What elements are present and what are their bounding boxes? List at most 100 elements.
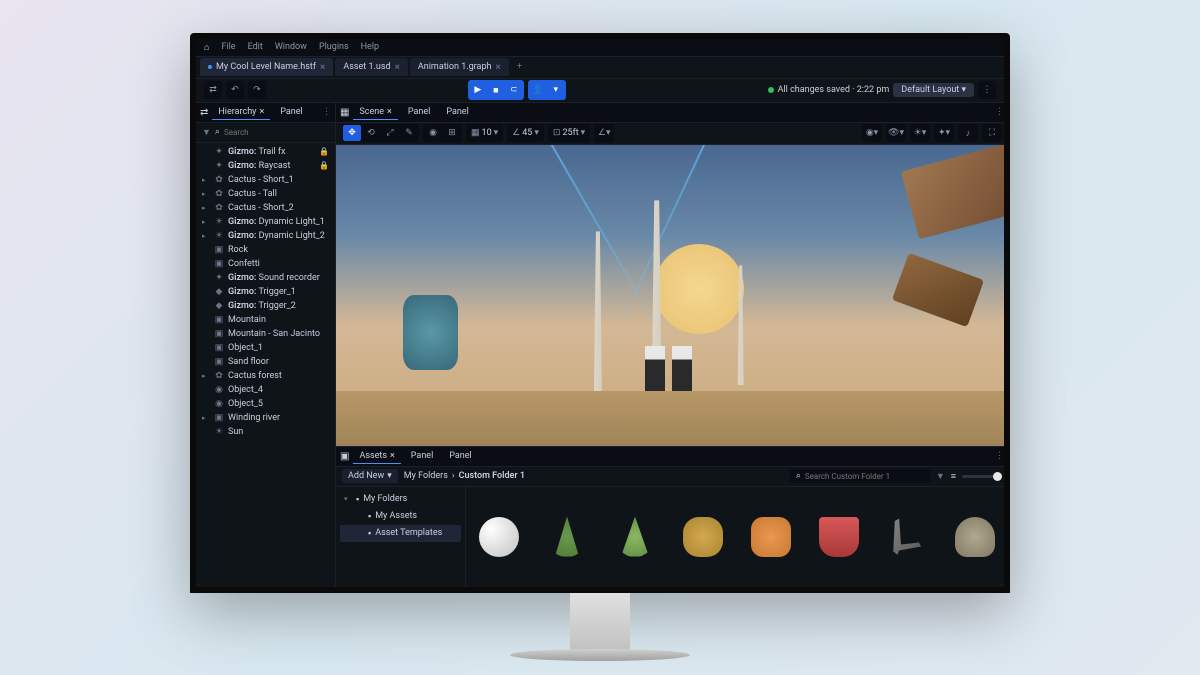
tree-item[interactable]: ▪Asset Templates: [340, 525, 461, 542]
breadcrumb-item[interactable]: Custom Folder 1: [459, 471, 525, 481]
hierarchy-item[interactable]: ◆Gizmo: Trigger_2: [196, 299, 335, 313]
asset-pumpkin[interactable]: [746, 507, 796, 567]
hierarchy-item[interactable]: ▸✿Cactus - Tall: [196, 187, 335, 201]
tab-hierarchy[interactable]: Hierarchy×: [212, 105, 270, 120]
size-snap[interactable]: ⊡ 25ft ▾: [549, 125, 589, 141]
tree-item[interactable]: ▾▪My Folders: [340, 491, 461, 508]
undo-button[interactable]: ↶: [226, 81, 244, 99]
more-icon[interactable]: ⋮: [995, 451, 1004, 461]
hierarchy-item[interactable]: ▸☀Gizmo: Dynamic Light_2: [196, 229, 335, 243]
scene-viewport[interactable]: [336, 145, 1004, 446]
asset-cup[interactable]: [814, 507, 864, 567]
tab-scene[interactable]: Scene×: [353, 105, 397, 120]
hierarchy-item[interactable]: ▸✿Cactus forest: [196, 369, 335, 383]
grid-snap[interactable]: ▦ 10 ▾: [467, 125, 502, 141]
close-icon[interactable]: ×: [259, 107, 264, 117]
asset-scythe[interactable]: [882, 507, 932, 567]
hierarchy-item[interactable]: ✦Gizmo: Trail fx🔒: [196, 145, 335, 159]
hierarchy-icon[interactable]: ⇄: [204, 81, 222, 99]
expand-button[interactable]: ⛶: [983, 125, 1001, 141]
hierarchy-item[interactable]: ☀Sun: [196, 425, 335, 439]
thumbnail-size-slider[interactable]: [962, 475, 1002, 478]
hierarchy-item[interactable]: ▣Object_1: [196, 341, 335, 355]
menu-help[interactable]: Help: [361, 42, 379, 52]
brush-tool[interactable]: ∠▾: [595, 125, 613, 141]
menu-plugins[interactable]: Plugins: [319, 42, 349, 52]
asset-tree[interactable]: [542, 507, 592, 567]
tab-panel[interactable]: Panel: [402, 105, 436, 119]
asset-bush[interactable]: [678, 507, 728, 567]
pause-button[interactable]: ■: [488, 82, 504, 98]
close-icon[interactable]: ×: [390, 451, 395, 461]
rect-tool[interactable]: ✎: [400, 125, 418, 141]
angle-snap[interactable]: ∠ 45 ▾: [508, 125, 543, 141]
add-new-button[interactable]: Add New ▾: [342, 469, 398, 483]
hierarchy-item[interactable]: ◆Gizmo: Trigger_1: [196, 285, 335, 299]
add-tab-button[interactable]: +: [511, 62, 528, 72]
audio-button[interactable]: ♪: [959, 125, 977, 141]
hierarchy-item[interactable]: ▣Confetti: [196, 257, 335, 271]
gizmo-button[interactable]: ✦▾: [935, 125, 953, 141]
hierarchy-item[interactable]: ▸☀Gizmo: Dynamic Light_1: [196, 215, 335, 229]
hierarchy-item[interactable]: ▸▣Winding river: [196, 411, 335, 425]
layout-selector[interactable]: Default Layout ▾: [893, 83, 974, 97]
rotate-tool[interactable]: ⟲: [362, 125, 380, 141]
more-icon[interactable]: ⋮: [995, 107, 1004, 117]
light-button[interactable]: ☀▾: [911, 125, 929, 141]
stop-button[interactable]: ⊂: [506, 82, 522, 98]
hierarchy-item[interactable]: ◉Object_5: [196, 397, 335, 411]
breadcrumb-item[interactable]: My Folders: [404, 471, 448, 481]
hierarchy-item[interactable]: ▸✿Cactus - Short_2: [196, 201, 335, 215]
home-icon[interactable]: ⌂: [204, 42, 209, 53]
hierarchy-item[interactable]: ✦Gizmo: Sound recorder: [196, 271, 335, 285]
chevron-down-icon[interactable]: ▾: [548, 82, 564, 98]
filter-icon[interactable]: ▼: [202, 127, 211, 138]
assets-search-input[interactable]: [805, 472, 924, 481]
asset-sphere[interactable]: [474, 507, 524, 567]
tab-dot-icon: [208, 65, 212, 69]
tab-panel[interactable]: Panel: [443, 449, 477, 463]
hierarchy-item[interactable]: ▣Mountain: [196, 313, 335, 327]
viewport-sun: [654, 244, 744, 334]
more-icon[interactable]: ⋮: [978, 81, 996, 99]
camera-button[interactable]: ◉▾: [863, 125, 881, 141]
vr-button[interactable]: 👤: [530, 82, 546, 98]
tab-panel[interactable]: Panel: [440, 105, 474, 119]
redo-button[interactable]: ↷: [248, 81, 266, 99]
menu-file[interactable]: File: [221, 42, 235, 52]
tab-asset[interactable]: Asset 1.usd ×: [335, 58, 408, 76]
play-button[interactable]: ▶: [470, 82, 486, 98]
view-button[interactable]: 👁▾: [887, 125, 905, 141]
tab-panel[interactable]: Panel: [405, 449, 439, 463]
hierarchy-item[interactable]: ◉Object_4: [196, 383, 335, 397]
close-icon[interactable]: ×: [320, 62, 325, 73]
move-tool[interactable]: ✥: [343, 125, 361, 141]
close-icon[interactable]: ×: [387, 107, 392, 117]
asset-helmet[interactable]: [950, 507, 1000, 567]
search-icon: ⌕: [215, 127, 220, 137]
hierarchy-item[interactable]: ✦Gizmo: Raycast🔒: [196, 159, 335, 173]
asset-tree[interactable]: [610, 507, 660, 567]
local-tool[interactable]: ⊞: [443, 125, 461, 141]
tab-animation[interactable]: Animation 1.graph ×: [410, 58, 509, 76]
tab-panel[interactable]: Panel: [274, 105, 308, 119]
close-icon[interactable]: ×: [495, 62, 500, 73]
list-view-icon[interactable]: ≡: [951, 471, 956, 482]
menu-window[interactable]: Window: [275, 42, 307, 52]
scale-tool[interactable]: ⤢: [381, 125, 399, 141]
menu-edit[interactable]: Edit: [248, 42, 263, 52]
filter-icon[interactable]: ▼: [936, 471, 945, 482]
pivot-tool[interactable]: ◉: [424, 125, 442, 141]
lock-icon[interactable]: 🔒: [319, 161, 329, 170]
hierarchy-item[interactable]: ▣Rock: [196, 243, 335, 257]
search-input[interactable]: [224, 128, 334, 137]
more-icon[interactable]: ⋮: [322, 107, 331, 117]
close-icon[interactable]: ×: [395, 62, 400, 73]
hierarchy-item[interactable]: ▣Mountain - San Jacinto: [196, 327, 335, 341]
tab-assets[interactable]: Assets×: [353, 449, 400, 464]
hierarchy-item[interactable]: ▸✿Cactus - Short_1: [196, 173, 335, 187]
hierarchy-item[interactable]: ▣Sand floor: [196, 355, 335, 369]
tree-item[interactable]: ▪My Assets: [340, 508, 461, 525]
lock-icon[interactable]: 🔒: [319, 147, 329, 156]
tab-level[interactable]: My Cool Level Name.hstf ×: [200, 58, 333, 76]
